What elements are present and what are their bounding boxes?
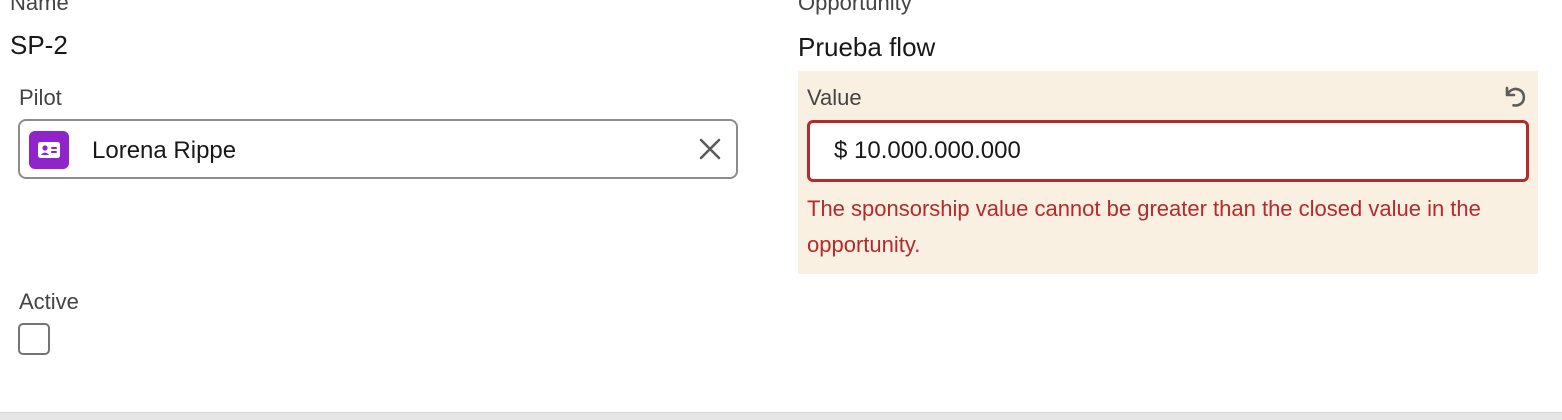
contact-card-icon	[29, 131, 69, 169]
value-field-edited-highlight: Value The sponsorship value cannot be gr…	[798, 71, 1538, 274]
value-error-message: The sponsorship value cannot be greater …	[807, 196, 1481, 257]
pilot-label: Pilot	[19, 85, 62, 110]
value-label: Value	[807, 85, 862, 110]
opportunity-value: Prueba flow	[798, 32, 936, 62]
name-label: Name	[10, 0, 69, 15]
footer-divider	[0, 412, 1562, 420]
pilot-selected-value: Lorena Rippe	[92, 137, 237, 164]
value-input[interactable]	[807, 120, 1529, 182]
close-icon[interactable]	[696, 135, 724, 163]
opportunity-label: Opportunity	[798, 0, 912, 15]
active-label: Active	[19, 289, 79, 314]
undo-icon[interactable]	[1500, 81, 1530, 111]
pilot-lookup-field[interactable]: Lorena Rippe	[18, 119, 738, 179]
name-value: SP-2	[10, 30, 68, 60]
active-checkbox[interactable]	[18, 323, 50, 355]
